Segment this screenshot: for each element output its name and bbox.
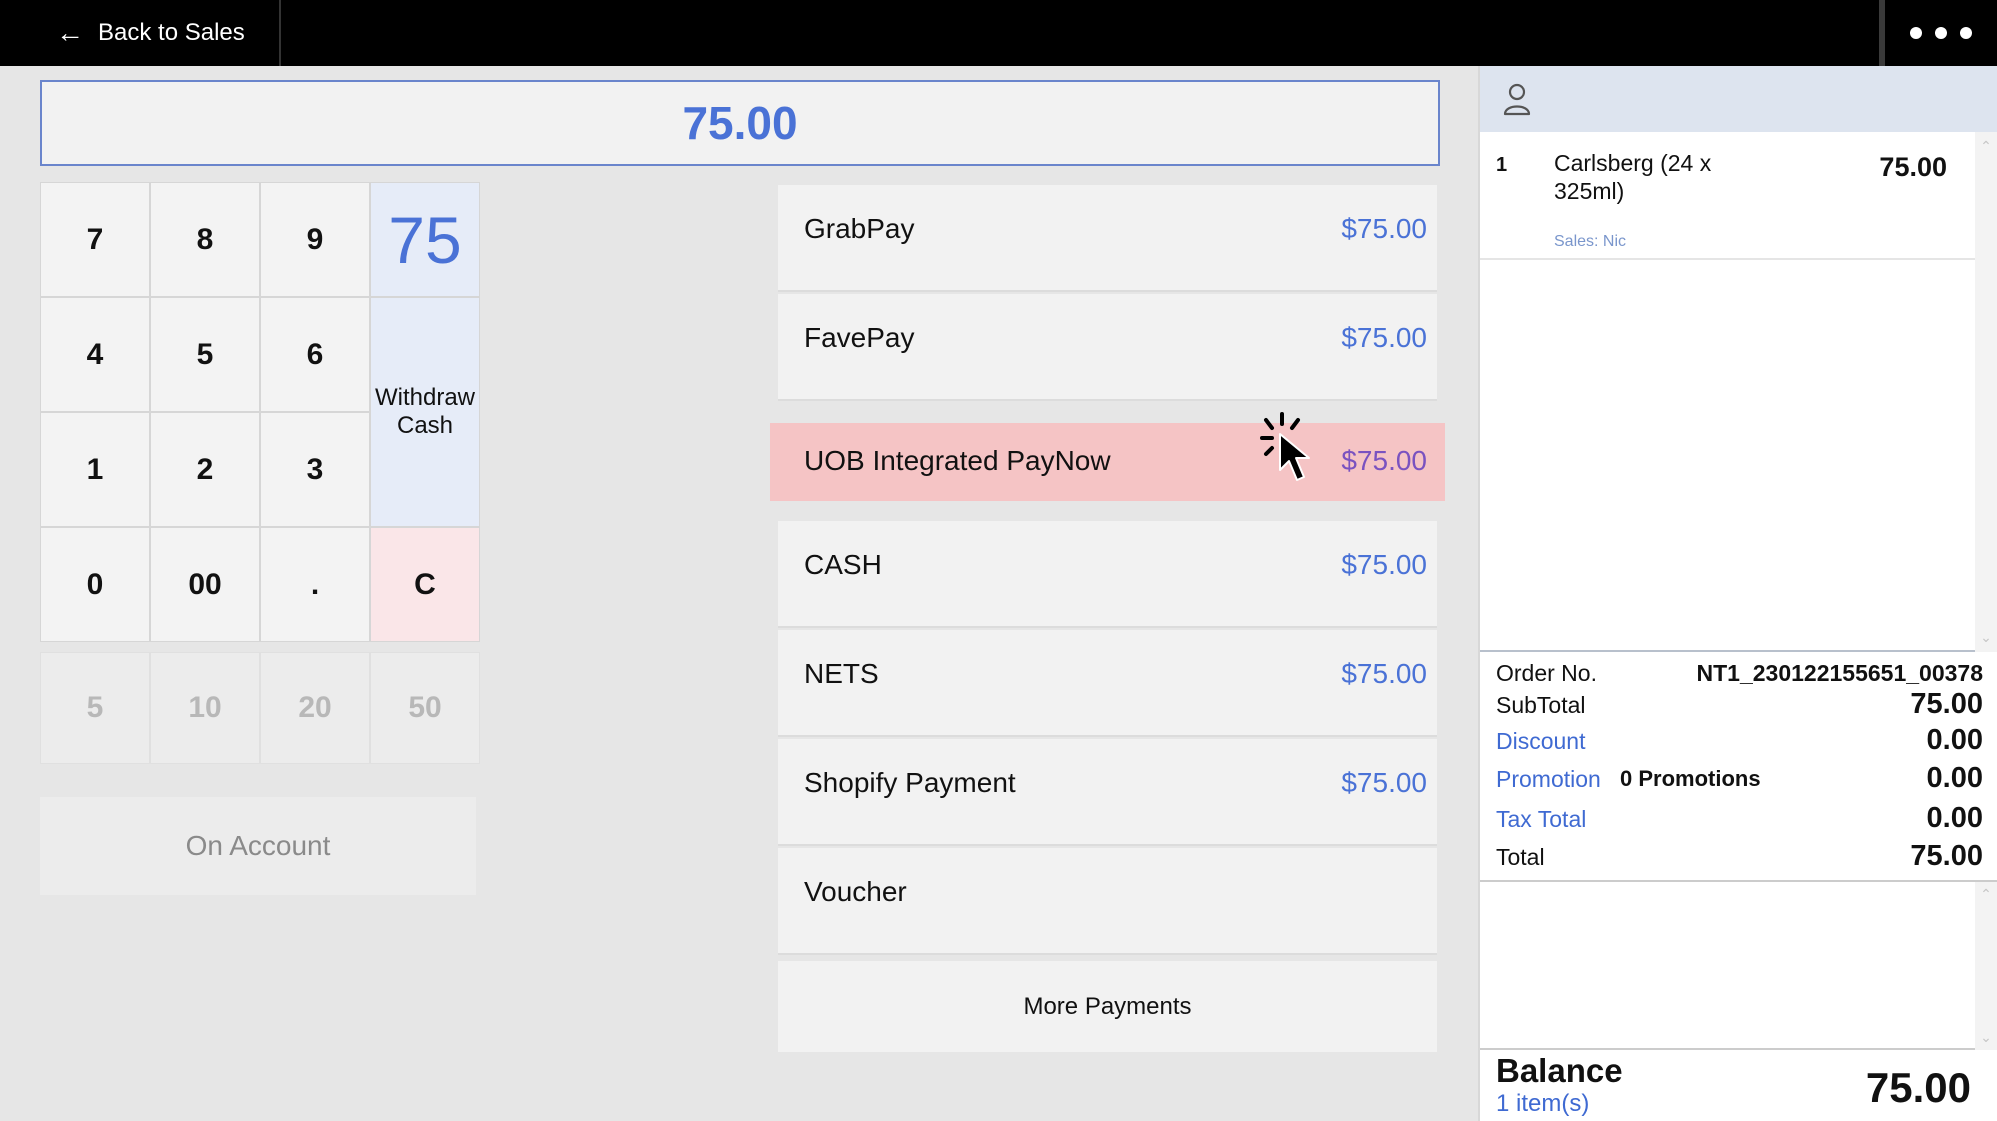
total-label: Total xyxy=(1496,844,1545,870)
more-dots-icon xyxy=(1935,27,1947,39)
payment-amount: $75.00 xyxy=(1341,549,1427,580)
payment-nets[interactable]: NETS $75.00 xyxy=(778,630,1437,737)
more-payments-button[interactable]: More Payments xyxy=(778,961,1437,1052)
payment-shopify[interactable]: Shopify Payment $75.00 xyxy=(778,739,1437,846)
subtotal-row: SubTotal 75.00 xyxy=(1496,688,1983,721)
promotion-value: 0.00 xyxy=(1926,762,1983,794)
withdraw-cash-button[interactable]: Withdraw Cash xyxy=(370,297,480,527)
quick-amount-5[interactable]: 5 xyxy=(40,652,150,764)
discount-value: 0.00 xyxy=(1926,724,1983,756)
promotion-count: 0 Promotions xyxy=(1620,766,1761,791)
more-dots-icon xyxy=(1960,27,1972,39)
quick-amounts: 5 10 20 50 xyxy=(40,652,480,764)
payment-name: Shopify Payment xyxy=(804,767,1016,798)
key-0[interactable]: 0 xyxy=(40,527,150,642)
payment-cash[interactable]: CASH $75.00 xyxy=(778,521,1437,628)
item-price: 75.00 xyxy=(1879,152,1947,182)
user-icon xyxy=(1503,83,1531,116)
top-bar: ← Back to Sales xyxy=(0,0,1997,66)
balance-label: Balance xyxy=(1496,1052,1623,1089)
tax-total-value: 0.00 xyxy=(1926,802,1983,834)
clear-button[interactable]: C xyxy=(370,527,480,642)
scroll-down-icon[interactable]: ⌄ xyxy=(1979,1029,1993,1046)
payment-uob-paynow[interactable]: UOB Integrated PayNow $75.00 xyxy=(770,423,1445,501)
back-to-sales-label: Back to Sales xyxy=(98,19,245,46)
payment-name: NETS xyxy=(804,658,879,689)
on-account-button[interactable]: On Account xyxy=(40,797,476,895)
scroll-up-icon[interactable]: ⌃ xyxy=(1979,886,1993,903)
item-quantity: 1 xyxy=(1496,154,1508,176)
tender-amount-input[interactable]: 75.00 xyxy=(40,80,1440,166)
key-3[interactable]: 3 xyxy=(260,412,370,527)
balance-item-count: 1 item(s) xyxy=(1496,1090,1590,1117)
total-value: 75.00 xyxy=(1910,840,1983,872)
more-dots-icon xyxy=(1910,27,1922,39)
payment-favepay[interactable]: FavePay $75.00 xyxy=(778,294,1437,401)
key-7[interactable]: 7 xyxy=(40,182,150,297)
order-no-row: Order No. NT1_230122155651_00378 xyxy=(1496,660,1983,687)
cash-label: Cash xyxy=(396,412,454,439)
discount-row: Discount 0.00 xyxy=(1496,724,1983,757)
balance-value: 75.00 xyxy=(1865,1064,1971,1111)
quick-amount-10[interactable]: 10 xyxy=(150,652,260,764)
balance-section: Balance 1 item(s) 75.00 xyxy=(1480,1050,1997,1117)
tax-total-link[interactable]: Tax Total xyxy=(1496,806,1586,833)
quick-amount-50[interactable]: 50 xyxy=(370,652,480,764)
payment-name: UOB Integrated PayNow xyxy=(804,445,1111,476)
subtotal-value: 75.00 xyxy=(1910,688,1983,720)
payment-methods-list: GrabPay $75.00 FavePay $75.00 UOB Integr… xyxy=(770,185,1445,957)
payment-name: CASH xyxy=(804,549,882,580)
payments-scrollbar[interactable]: ⌃ ⌄ xyxy=(1975,882,1997,1050)
payment-name: FavePay xyxy=(804,322,915,353)
payment-grabpay[interactable]: GrabPay $75.00 xyxy=(778,185,1437,292)
payment-amount: $75.00 xyxy=(1341,213,1427,244)
promotion-link[interactable]: Promotion xyxy=(1496,766,1601,793)
order-no-value: NT1_230122155651_00378 xyxy=(1696,660,1984,686)
payments-applied-list: ⌃ ⌄ xyxy=(1480,882,1997,1050)
discount-link[interactable]: Discount xyxy=(1496,728,1585,755)
payment-voucher[interactable]: Voucher xyxy=(778,848,1437,955)
scroll-down-icon[interactable]: ⌄ xyxy=(1979,629,1993,646)
order-totals: Order No. NT1_230122155651_00378 SubTota… xyxy=(1480,652,1997,882)
payment-amount: $75.00 xyxy=(1341,658,1427,689)
cart-scrollbar[interactable]: ⌃ ⌄ xyxy=(1975,132,1997,652)
cart-panel: 1 Carlsberg (24 x 325ml) 75.00 Sales: Ni… xyxy=(1478,66,1997,1121)
arrow-left-icon: ← xyxy=(56,17,84,48)
cart-line-item[interactable]: 1 Carlsberg (24 x 325ml) 75.00 Sales: Ni… xyxy=(1480,132,1975,260)
tax-row: Tax Total 0.00 xyxy=(1496,802,1983,835)
payment-name: Voucher xyxy=(804,876,907,907)
quick-amount-20[interactable]: 20 xyxy=(260,652,370,764)
key-8[interactable]: 8 xyxy=(150,182,260,297)
payment-amount: $75.00 xyxy=(1341,445,1427,476)
key-6[interactable]: 6 xyxy=(260,297,370,412)
cart-items-list: 1 Carlsberg (24 x 325ml) 75.00 Sales: Ni… xyxy=(1480,132,1997,652)
customer-select-bar[interactable] xyxy=(1480,66,1997,132)
subtotal-label: SubTotal xyxy=(1496,692,1586,718)
withdraw-label: Withdraw xyxy=(374,384,476,412)
key-5[interactable]: 5 xyxy=(150,297,260,412)
payment-amount: $75.00 xyxy=(1341,767,1427,798)
payment-name: GrabPay xyxy=(804,213,915,244)
item-name: Carlsberg (24 x 325ml) xyxy=(1554,150,1712,204)
keypad-entry-display[interactable]: 75 xyxy=(370,182,480,297)
key-1[interactable]: 1 xyxy=(40,412,150,527)
payment-amount: $75.00 xyxy=(1341,322,1427,353)
key-4[interactable]: 4 xyxy=(40,297,150,412)
total-row: Total 75.00 xyxy=(1496,840,1983,873)
key-decimal[interactable]: . xyxy=(260,527,370,642)
more-options-button[interactable] xyxy=(1879,0,1997,66)
numeric-keypad: 7 8 9 75 4 5 6 Withdraw Cash 1 2 3 0 00 … xyxy=(40,182,480,644)
back-to-sales-button[interactable]: ← Back to Sales xyxy=(0,0,281,66)
key-00[interactable]: 00 xyxy=(150,527,260,642)
order-no-label: Order No. xyxy=(1496,660,1597,686)
item-salesperson: Sales: Nic xyxy=(1554,233,1627,250)
key-9[interactable]: 9 xyxy=(260,182,370,297)
key-2[interactable]: 2 xyxy=(150,412,260,527)
scroll-up-icon[interactable]: ⌃ xyxy=(1979,138,1993,155)
